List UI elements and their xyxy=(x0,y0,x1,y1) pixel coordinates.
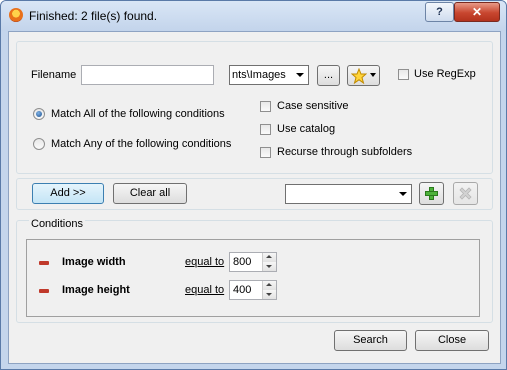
clear-all-button[interactable]: Clear all xyxy=(113,183,187,204)
match-all-label: Match All of the following conditions xyxy=(51,108,225,120)
chevron-down-icon xyxy=(296,73,304,77)
help-button[interactable]: ? xyxy=(425,2,454,22)
window-close-button[interactable]: ✕ xyxy=(454,2,500,22)
use-regexp-checkbox[interactable] xyxy=(398,69,409,80)
app-icon xyxy=(9,8,23,22)
criteria-group: Filename nts\Images ... Use RegExp Match… xyxy=(16,41,493,174)
window-title: Finished: 2 file(s) found. xyxy=(29,9,158,23)
chevron-down-icon xyxy=(399,192,407,196)
spin-up-icon[interactable] xyxy=(262,253,276,262)
add-preset-button[interactable] xyxy=(419,182,444,205)
minus-icon[interactable] xyxy=(39,289,49,293)
match-any-label: Match Any of the following conditions xyxy=(51,138,232,150)
star-icon xyxy=(351,68,367,84)
dialog-body: Filename nts\Images ... Use RegExp Match… xyxy=(8,31,501,364)
delete-preset-button[interactable] xyxy=(453,182,478,205)
condition-value-spinner[interactable]: 800 xyxy=(229,252,277,272)
use-regexp-label: Use RegExp xyxy=(414,68,476,80)
chevron-down-icon xyxy=(370,73,376,77)
plus-icon xyxy=(425,187,438,200)
add-button[interactable]: Add >> xyxy=(32,183,104,204)
filename-label: Filename xyxy=(31,69,77,81)
condition-value: 400 xyxy=(233,284,252,296)
conditions-list: Image width equal to 800 Image height eq… xyxy=(26,239,480,317)
title-bar[interactable]: Finished: 2 file(s) found. ? ✕ xyxy=(1,1,506,31)
conditions-group: Conditions Image width equal to 800 Imag… xyxy=(16,218,493,323)
close-button[interactable]: Close xyxy=(415,330,489,351)
use-catalog-label: Use catalog xyxy=(277,123,336,135)
condition-name: Image width xyxy=(62,256,126,268)
folder-value: nts\Images xyxy=(232,69,286,81)
preset-combo[interactable] xyxy=(285,184,412,204)
condition-value: 800 xyxy=(233,256,252,268)
spin-down-icon[interactable] xyxy=(262,262,276,271)
match-all-radio[interactable] xyxy=(33,108,45,120)
search-button[interactable]: Search xyxy=(334,330,407,351)
filename-input[interactable] xyxy=(81,65,214,85)
cross-icon xyxy=(459,187,472,200)
toolbar-row: Add >> Clear all xyxy=(16,178,493,210)
case-sensitive-label: Case sensitive xyxy=(277,100,349,112)
match-any-radio[interactable] xyxy=(33,138,45,150)
spin-down-icon[interactable] xyxy=(262,290,276,299)
minus-icon[interactable] xyxy=(39,261,49,265)
condition-value-spinner[interactable]: 400 xyxy=(229,280,277,300)
search-window: Finished: 2 file(s) found. ? ✕ Filename … xyxy=(0,0,507,370)
favorites-button[interactable] xyxy=(347,65,380,86)
use-catalog-checkbox[interactable] xyxy=(260,124,271,135)
condition-operator[interactable]: equal to xyxy=(185,284,224,296)
case-sensitive-checkbox[interactable] xyxy=(260,101,271,112)
condition-name: Image height xyxy=(62,284,130,296)
conditions-label: Conditions xyxy=(29,218,85,230)
recurse-checkbox[interactable] xyxy=(260,147,271,158)
browse-button[interactable]: ... xyxy=(317,65,340,86)
folder-combo[interactable]: nts\Images xyxy=(229,65,309,85)
condition-operator[interactable]: equal to xyxy=(185,256,224,268)
recurse-label: Recurse through subfolders xyxy=(277,146,413,158)
spin-up-icon[interactable] xyxy=(262,281,276,290)
